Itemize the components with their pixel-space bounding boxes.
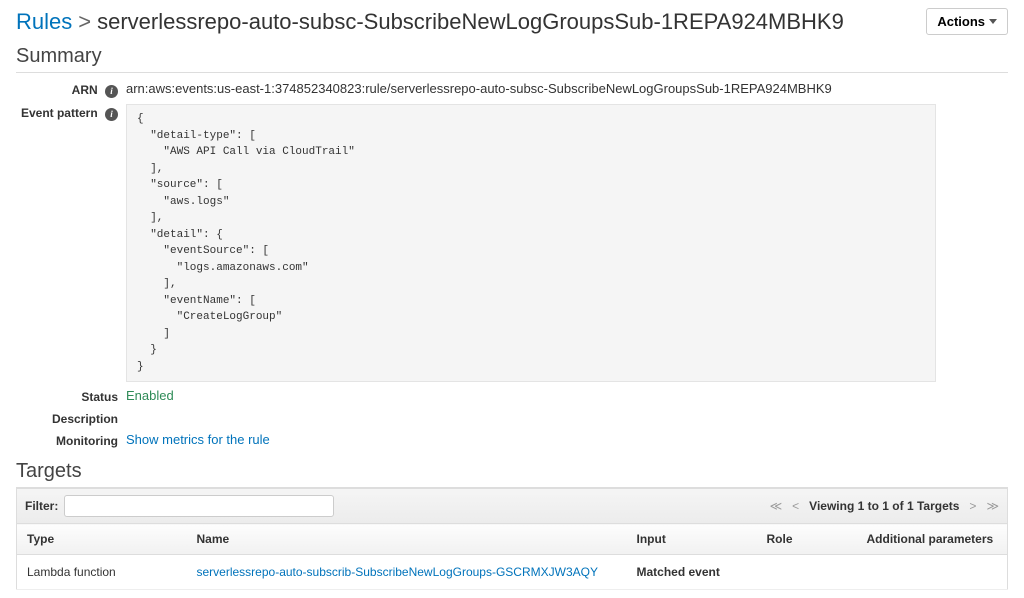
col-header-role[interactable]: Role	[757, 524, 857, 555]
table-row[interactable]: Lambda function serverlessrepo-auto-subs…	[17, 555, 1008, 590]
event-pattern-code: { "detail-type": [ "AWS API Call via Clo…	[126, 104, 936, 382]
status-label: Status	[16, 388, 126, 404]
col-header-name[interactable]: Name	[187, 524, 627, 555]
filter-input[interactable]	[64, 495, 334, 517]
cell-role	[757, 555, 857, 590]
monitoring-link[interactable]: Show metrics for the rule	[126, 432, 270, 447]
page-last-icon[interactable]: ≫	[986, 499, 999, 513]
arn-value: arn:aws:events:us-east-1:374852340823:ru…	[126, 81, 1008, 96]
info-icon[interactable]: i	[105, 108, 118, 121]
status-value: Enabled	[126, 388, 1008, 403]
description-label: Description	[16, 410, 126, 426]
caret-down-icon	[989, 19, 997, 24]
summary-title: Summary	[16, 41, 1008, 73]
page-prev-icon[interactable]: <	[792, 499, 799, 513]
breadcrumb-current: serverlessrepo-auto-subsc-SubscribeNewLo…	[97, 9, 844, 35]
cell-name-link[interactable]: serverlessrepo-auto-subscrib-SubscribeNe…	[197, 565, 598, 579]
col-header-input[interactable]: Input	[627, 524, 757, 555]
breadcrumb-root-link[interactable]: Rules	[16, 9, 72, 35]
col-header-type[interactable]: Type	[17, 524, 187, 555]
actions-button[interactable]: Actions	[926, 8, 1008, 35]
breadcrumb-separator: >	[78, 9, 91, 35]
arn-label: ARN i	[16, 81, 126, 98]
cell-additional	[857, 555, 1008, 590]
targets-table: Type Name Input Role Additional paramete…	[16, 523, 1008, 590]
col-header-additional[interactable]: Additional parameters	[857, 524, 1008, 555]
event-pattern-label: Event pattern i	[16, 104, 126, 121]
actions-button-label: Actions	[937, 14, 985, 29]
monitoring-label: Monitoring	[16, 432, 126, 448]
cell-input: Matched event	[627, 555, 757, 590]
targets-filter-bar: Filter: ≪ < Viewing 1 to 1 of 1 Targets …	[16, 488, 1008, 523]
page-next-icon[interactable]: >	[969, 499, 976, 513]
filter-label: Filter:	[25, 499, 58, 513]
summary-section: ARN i arn:aws:events:us-east-1:374852340…	[16, 81, 1008, 448]
pagination-text: Viewing 1 to 1 of 1 Targets	[809, 499, 959, 513]
pagination: ≪ < Viewing 1 to 1 of 1 Targets > ≫	[770, 499, 999, 513]
targets-title: Targets	[16, 456, 1008, 488]
breadcrumb: Rules > serverlessrepo-auto-subsc-Subscr…	[16, 9, 844, 35]
info-icon[interactable]: i	[105, 85, 118, 98]
cell-type: Lambda function	[17, 555, 187, 590]
page-first-icon[interactable]: ≪	[770, 499, 783, 513]
